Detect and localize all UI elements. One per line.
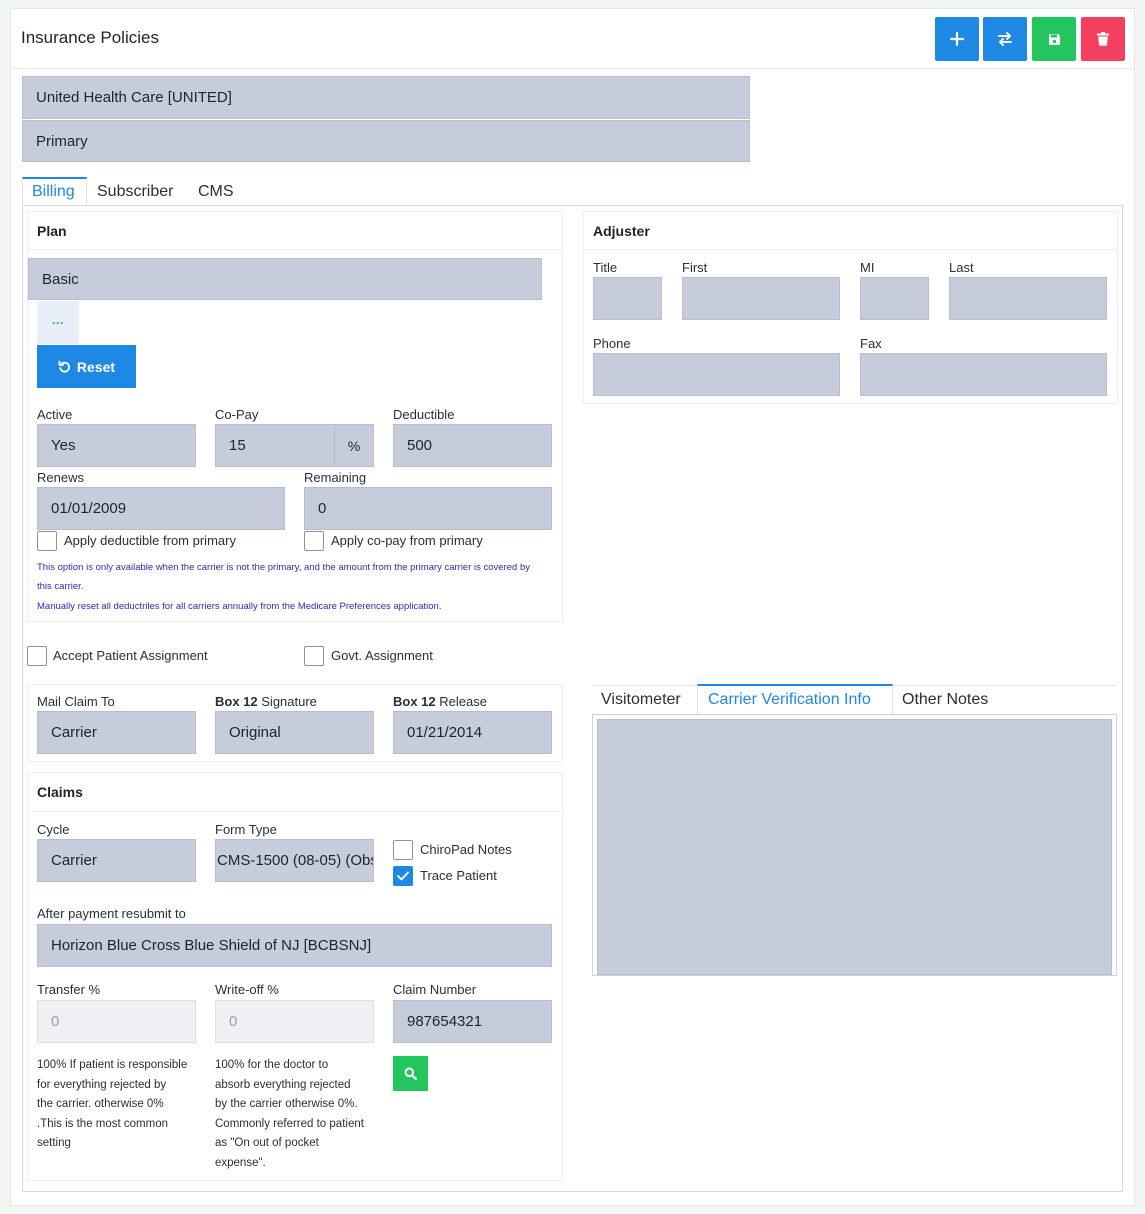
tab-visitometer[interactable]: Visitometer (601, 691, 681, 709)
apply-deductible-label: Apply deductible from primary (64, 533, 236, 548)
writeoff-help-text: 100% for the doctor to absorb everything… (215, 1059, 364, 1169)
adjuster-phone-input[interactable] (593, 353, 840, 396)
renews-date-input[interactable]: 01/01/2009 (37, 487, 285, 530)
mail-claim-label: Mail Claim To (37, 694, 115, 709)
writeoff-percent-input[interactable]: 0 (215, 1000, 374, 1043)
apply-copay-checkbox[interactable] (304, 531, 324, 551)
primary-note-line1: This option is only available when the c… (37, 562, 530, 573)
deductible-input[interactable]: 500 (393, 424, 552, 467)
govt-assignment-checkbox[interactable] (304, 646, 324, 666)
floppy-disk-icon (1048, 33, 1060, 45)
adjuster-title-label: Title (593, 260, 618, 275)
carrier-select[interactable]: United Health Care [UNITED] (22, 76, 750, 119)
box12-release-label: Box 12 Release (393, 694, 487, 709)
delete-button[interactable] (1081, 17, 1125, 61)
claims-divider (28, 811, 562, 812)
box12-signature-label: Box 12 Signature (215, 694, 317, 709)
apply-copay-label: Apply co-pay from primary (331, 533, 483, 548)
plan-divider (28, 249, 562, 250)
box12-signature-select[interactable]: Original (215, 711, 374, 754)
renews-label: Renews (37, 470, 84, 485)
panel-header: Insurance Policies (11, 9, 1134, 69)
claim-number-label: Claim Number (393, 982, 477, 997)
transfer-help-text: 100% If patient is responsible for every… (37, 1059, 188, 1149)
page-title: Insurance Policies (21, 28, 159, 47)
adjuster-last-label: Last (949, 260, 974, 275)
box12-release-date-input[interactable]: 01/21/2014 (393, 711, 552, 754)
adjuster-title: Adjuster (593, 223, 650, 239)
plan-title: Plan (37, 223, 67, 239)
trash-icon (1097, 32, 1109, 46)
adjuster-fax-label: Fax (860, 336, 882, 351)
adjuster-first-input[interactable] (682, 277, 840, 320)
chiropad-notes-label: ChiroPad Notes (420, 842, 512, 857)
insurance-policies-panel: Insurance Policies United Health Care [U… (10, 8, 1135, 1206)
active-select[interactable]: Yes (37, 424, 196, 467)
deductible-label: Deductible (393, 407, 455, 422)
govt-assignment-label: Govt. Assignment (331, 648, 433, 663)
switch-button[interactable] (983, 17, 1027, 61)
accept-patient-assignment-label: Accept Patient Assignment (53, 648, 208, 663)
adjuster-first-label: First (682, 260, 708, 275)
chiropad-notes-checkbox[interactable] (393, 840, 413, 860)
adjuster-fax-input[interactable] (860, 353, 1107, 396)
deductible-reset-note: Manually reset all deductriles for all c… (37, 601, 442, 612)
tab-carrier-verification-info[interactable]: Carrier Verification Info (708, 691, 871, 709)
claims-title: Claims (37, 784, 83, 800)
remaining-label: Remaining (304, 470, 367, 485)
search-icon (404, 1067, 417, 1080)
transfer-label: Transfer % (37, 982, 101, 997)
tab-other-notes[interactable]: Other Notes (902, 691, 988, 709)
adjuster-phone-label: Phone (593, 336, 631, 351)
swap-arrows-icon (998, 32, 1012, 46)
copay-input[interactable]: 15 (215, 424, 335, 467)
trace-patient-checkbox[interactable] (393, 866, 413, 886)
adjuster-last-input[interactable] (949, 277, 1107, 320)
apply-deductible-checkbox[interactable] (37, 531, 57, 551)
adjuster-title-input[interactable] (593, 277, 662, 320)
reset-button[interactable]: Reset (37, 345, 136, 388)
adjuster-divider (584, 249, 1117, 250)
add-button[interactable] (935, 17, 979, 61)
tab-subscriber[interactable]: Subscriber (97, 183, 173, 201)
plan-select[interactable]: Basic (28, 258, 542, 300)
cycle-label: Cycle (37, 822, 70, 837)
resubmit-carrier-select[interactable]: Horizon Blue Cross Blue Shield of NJ [BC… (37, 924, 552, 967)
primary-note-line2: this carrier. (37, 581, 84, 592)
tab-billing[interactable]: Billing (32, 183, 75, 201)
transfer-percent-input[interactable]: 0 (37, 1000, 196, 1043)
form-type-select[interactable]: CMS-1500 (08-05) (Obsolete) (215, 839, 374, 882)
reset-icon (58, 360, 70, 373)
plan-more-button[interactable]: ··· (37, 301, 79, 344)
cycle-select[interactable]: Carrier (37, 839, 196, 882)
policy-order-select[interactable]: Primary (22, 120, 750, 162)
plus-icon (950, 32, 964, 46)
form-type-label: Form Type (215, 822, 277, 837)
remaining-input[interactable]: 0 (304, 487, 552, 530)
tab-cms[interactable]: CMS (198, 183, 234, 201)
save-button[interactable] (1032, 17, 1076, 61)
claim-search-button[interactable] (393, 1056, 428, 1091)
copay-unit-addon: % (334, 424, 374, 467)
ellipsis-icon: ··· (52, 315, 64, 330)
active-label: Active (37, 407, 73, 422)
resubmit-label: After payment resubmit to (37, 906, 186, 921)
accept-patient-assignment-checkbox[interactable] (27, 646, 47, 666)
carrier-verification-textarea[interactable] (597, 719, 1112, 975)
claim-number-input[interactable]: 987654321 (393, 1000, 552, 1043)
checkmark-icon (397, 871, 409, 881)
trace-patient-label: Trace Patient (420, 868, 497, 883)
copay-label: Co-Pay (215, 407, 259, 422)
adjuster-mi-input[interactable] (860, 277, 929, 320)
writeoff-label: Write-off % (215, 982, 279, 997)
adjuster-mi-label: MI (860, 260, 875, 275)
mail-claim-select[interactable]: Carrier (37, 711, 196, 754)
